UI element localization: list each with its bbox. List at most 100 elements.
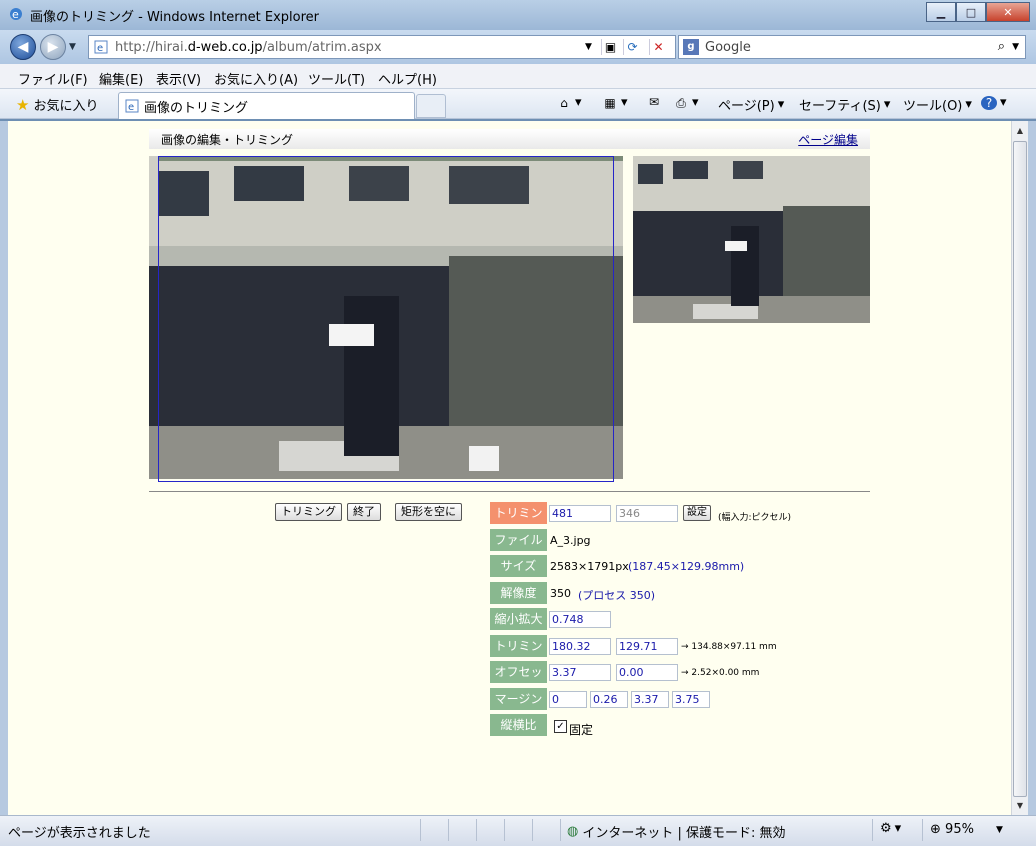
svg-text:e: e [128, 102, 134, 113]
feeds-button[interactable]: ▦ ▾ [602, 95, 627, 110]
menu-tools[interactable]: ツール(T) [308, 69, 365, 88]
page-title: 画像の編集・トリミング [161, 133, 294, 147]
resolution-label: 解像度 [490, 582, 547, 604]
menu-view[interactable]: 表示(V) [156, 69, 201, 88]
forward-button[interactable]: ▶ [40, 34, 66, 60]
trim-button[interactable]: トリミング [275, 503, 342, 521]
help-button[interactable]: ? ▾ [981, 95, 1007, 110]
trim-mm-result: → 134.88×97.11 mm [681, 642, 777, 652]
size-mm-value: (187.45×129.98mm) [628, 560, 745, 573]
status-separator [532, 819, 533, 841]
safety-menu-label: セーフティ(S) [799, 99, 881, 114]
status-separator [560, 819, 561, 841]
favorites-label: お気に入り [33, 99, 99, 114]
tab-active[interactable]: e 画像のトリミング [118, 92, 415, 119]
minimize-button[interactable]: ▁ [926, 2, 956, 22]
safety-menu[interactable]: セーフティ(S) ▾ [799, 95, 890, 114]
title-bar: e 画像のトリミング - Windows Internet Explorer ▁… [0, 0, 1036, 30]
home-button[interactable]: ⌂ ▾ [556, 95, 581, 110]
file-name-value: A_3.jpg [550, 534, 591, 547]
recent-pages-dropdown-icon[interactable]: ▼ [69, 42, 76, 52]
new-tab-button[interactable] [416, 94, 446, 118]
search-dropdown-icon[interactable]: ▼ [1012, 42, 1019, 52]
svg-text:e: e [97, 43, 103, 54]
back-button[interactable]: ◀ [10, 34, 36, 60]
margin-input-4[interactable]: 3.75 [672, 691, 710, 708]
search-icon[interactable]: ⌕ [998, 39, 1005, 54]
page-icon: e [94, 40, 108, 54]
menu-help[interactable]: ヘルプ(H) [378, 69, 437, 88]
status-separator [420, 819, 421, 841]
refresh-icon[interactable]: ⟳ [623, 39, 641, 55]
address-bar[interactable]: e http://hirai.d-web.co.jp/album/atrim.a… [88, 35, 676, 59]
tab-title: 画像のトリミング [144, 100, 249, 116]
offset-result: → 2.52×0.00 mm [681, 668, 760, 678]
address-dropdown-icon[interactable]: ▼ [585, 42, 592, 52]
mail-button[interactable]: ✉ [646, 95, 662, 109]
favorites-button[interactable]: ★ お気に入り [16, 95, 99, 115]
divider [149, 491, 870, 492]
offset-x-input[interactable]: 3.37 [549, 664, 611, 681]
offset-y-input[interactable]: 0.00 [616, 664, 678, 681]
scale-label: 縮小拡大 [490, 608, 547, 630]
vertical-scrollbar[interactable]: ▲ ▼ [1011, 121, 1028, 815]
zoom-dropdown-icon[interactable]: ▼ [996, 825, 1003, 835]
trim-preview-photo [633, 156, 870, 323]
page-edit-link[interactable]: ページ編集 [798, 131, 858, 148]
margin-input-2[interactable]: 0.26 [590, 691, 628, 708]
window-title: 画像のトリミング - Windows Internet Explorer [30, 10, 319, 25]
zoom-icon: ⊕ [930, 822, 941, 837]
address-url[interactable]: http://hirai.d-web.co.jp/album/atrim.asp… [115, 40, 382, 55]
help-icon: ? [981, 95, 997, 110]
page-header: 画像の編集・トリミング ページ編集 [149, 129, 870, 149]
margin-input-3[interactable]: 3.37 [631, 691, 669, 708]
menu-favorites[interactable]: お気に入り(A) [214, 69, 298, 88]
size-label: サイズ [490, 555, 547, 577]
compatibility-icon[interactable]: ▣ [601, 39, 619, 55]
print-button[interactable]: ⎙ ▾ [673, 95, 698, 110]
scale-input[interactable]: 0.748 [549, 611, 611, 628]
search-placeholder[interactable]: Google [705, 40, 751, 55]
menu-bar: ファイル(F) 編集(E) 表示(V) お気に入り(A) ツール(T) ヘルプ(… [0, 64, 1036, 89]
page-menu-label: ページ(P) [718, 99, 775, 114]
zoom-level: 95% [945, 822, 974, 837]
scroll-up-icon[interactable]: ▲ [1012, 122, 1028, 139]
margin-input-1[interactable]: 0 [549, 691, 587, 708]
security-zone-label: インターネット | 保護モード: 無効 [582, 826, 786, 841]
status-separator [872, 819, 873, 841]
globe-icon: ◍ [567, 824, 579, 839]
menu-edit[interactable]: 編集(E) [99, 69, 143, 88]
maximize-button[interactable]: □ [956, 2, 986, 22]
trim-mm-height-input[interactable]: 129.71 [616, 638, 678, 655]
scroll-down-icon[interactable]: ▼ [1012, 797, 1028, 814]
trim-mm-width-input[interactable]: 180.32 [549, 638, 611, 655]
window-frame-left [0, 121, 8, 815]
home-icon: ⌂ [560, 95, 568, 110]
search-box[interactable]: g Google ⌕ ▼ [678, 35, 1026, 59]
clear-rect-button[interactable]: 矩形を空に [395, 503, 462, 521]
trim-width-input[interactable]: 481 [549, 505, 611, 522]
close-button[interactable]: ✕ [986, 2, 1030, 22]
security-zone[interactable]: ◍ インターネット | 保護モード: 無効 [567, 822, 786, 841]
resolution-process: (プロセス 350) [578, 589, 656, 602]
ie-page-icon: e [125, 99, 139, 113]
aspect-label: 縦横比 [490, 714, 547, 736]
tools-menu[interactable]: ツール(O) ▾ [903, 95, 972, 114]
end-button[interactable]: 終了 [347, 503, 381, 521]
stop-icon[interactable]: ✕ [649, 39, 667, 55]
trim-height-input[interactable]: 346 [616, 505, 678, 522]
window-controls: ▁ □ ✕ [926, 2, 1030, 22]
aspect-fixed-checkbox[interactable]: ✓ [554, 720, 567, 733]
set-button[interactable]: 設定 [683, 505, 711, 521]
mail-icon: ✉ [648, 95, 660, 109]
offset-label: オフセット [490, 661, 547, 701]
zoom-control[interactable]: ⊕ 95% [930, 822, 974, 837]
scrollbar-thumb[interactable] [1013, 141, 1027, 797]
resolution-value: 350 [550, 587, 571, 600]
page-menu[interactable]: ページ(P) ▾ [718, 95, 784, 114]
crop-rectangle[interactable] [158, 156, 614, 482]
popup-blocker-button[interactable]: ⚙ ▾ [880, 821, 901, 836]
menu-file[interactable]: ファイル(F) [18, 69, 88, 88]
status-separator [504, 819, 505, 841]
google-icon: g [683, 39, 699, 55]
